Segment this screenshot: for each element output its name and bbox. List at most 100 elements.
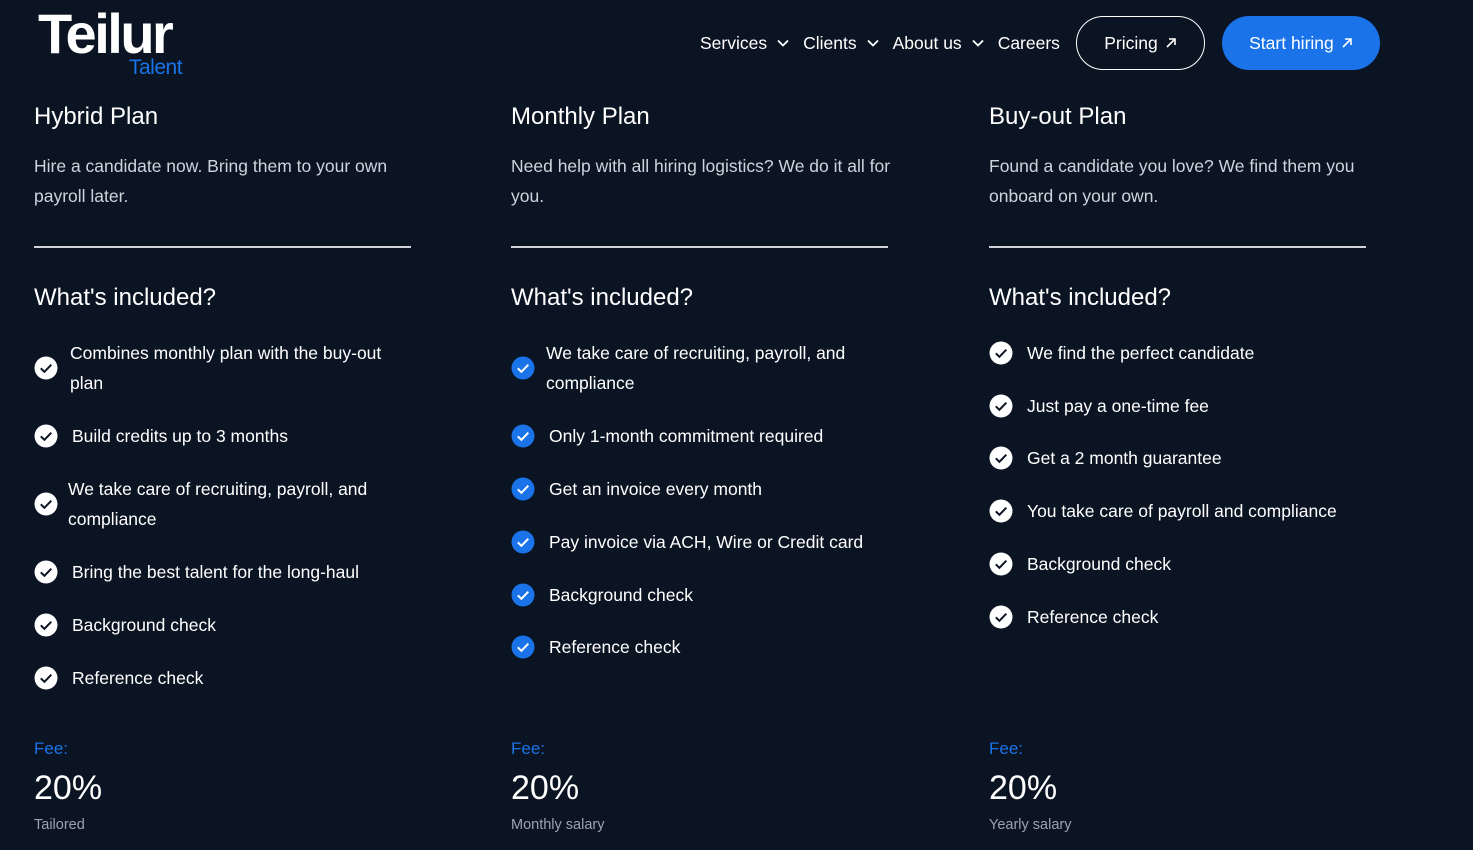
plan-title: Monthly Plan (511, 103, 650, 130)
feature-item: Combines monthly plan with the buy-out p… (34, 338, 410, 398)
check-circle-icon (989, 446, 1013, 470)
feature-item: Build credits up to 3 months (34, 421, 412, 451)
check-circle-icon (511, 477, 535, 501)
plan-description: Need help with all hiring logistics? We … (511, 156, 891, 206)
arrow-up-right-icon (1166, 38, 1176, 48)
feature-item: You take care of payroll and compliance (989, 496, 1387, 526)
nav-clients[interactable]: Clients (803, 33, 880, 54)
feature-item: Pay invoice via ACH, Wire or Credit card (511, 527, 889, 557)
nav-careers-label: Careers (997, 32, 1060, 53)
fee-note: Monthly salary (511, 817, 605, 833)
logo-subtitle: Talent (129, 56, 183, 79)
nav-services[interactable]: Services (700, 33, 790, 54)
check-circle-icon (34, 666, 58, 690)
feature-text: We take care of recruiting, payroll, and… (546, 343, 846, 393)
feature-text: Build credits up to 3 months (72, 426, 288, 446)
feature-text: Combines monthly plan with the buy-out p… (70, 343, 382, 393)
feature-text: Get a 2 month guarantee (1027, 448, 1222, 468)
plan-description: Hire a candidate now. Bring them to your… (34, 156, 388, 206)
plan-divider (34, 246, 411, 248)
fee-label: Fee: (511, 739, 546, 758)
included-heading: What's included? (511, 284, 694, 311)
nav-clients-label: Clients (803, 32, 857, 53)
fee-value: 20% (989, 769, 1058, 807)
nav-about-us-label: About us (892, 32, 962, 53)
check-circle-icon (511, 583, 535, 607)
feature-item: Reference check (989, 602, 1367, 632)
plan-title: Buy-out Plan (989, 103, 1127, 130)
nav-about-us[interactable]: About us (893, 33, 985, 54)
feature-text: Background check (72, 615, 216, 635)
check-circle-icon (34, 424, 58, 448)
check-circle-icon (511, 424, 535, 448)
teilur-logo[interactable]: Teilur Talent (38, 6, 198, 82)
feature-text: We take care of recruiting, payroll, and… (68, 479, 368, 529)
feature-text: Bring the best talent for the long-haul (72, 562, 359, 582)
feature-item: Bring the best talent for the long-haul (34, 557, 412, 587)
plan-buy-out: Buy-out Plan Found a candidate you love?… (989, 100, 1389, 845)
feature-item: We take care of recruiting, payroll, and… (511, 338, 886, 398)
feature-text: Only 1-month commitment required (549, 426, 824, 446)
nav-careers[interactable]: Careers (998, 33, 1060, 54)
chevron-down-icon (866, 39, 879, 47)
site-header: Teilur Talent Services Clients About us … (0, 0, 1473, 90)
check-circle-icon (34, 560, 58, 584)
plan-divider (989, 246, 1366, 248)
feature-item: We find the perfect candidate (989, 338, 1367, 368)
arrow-up-right-icon (1342, 38, 1352, 48)
plan-title: Hybrid Plan (34, 103, 159, 130)
check-circle-icon (989, 341, 1013, 365)
check-circle-icon (34, 492, 58, 516)
feature-item: Reference check (511, 632, 889, 662)
pricing-button-label: Pricing (1104, 32, 1158, 53)
check-circle-icon (989, 394, 1013, 418)
check-circle-icon (511, 356, 535, 380)
feature-item: We take care of recruiting, payroll, and… (34, 474, 408, 534)
plan-monthly: Monthly Plan Need help with all hiring l… (511, 100, 911, 845)
pricing-button[interactable]: Pricing (1075, 16, 1205, 70)
fee-value: 20% (511, 769, 580, 807)
feature-item: Get an invoice every month (511, 474, 889, 504)
included-heading: What's included? (989, 284, 1172, 311)
fee-value: 20% (34, 769, 103, 807)
main-nav: Services Clients About us Careers Pricin… (700, 16, 1380, 70)
fee-note: Tailored (34, 817, 85, 833)
feature-text: Reference check (1027, 607, 1159, 627)
feature-text: Background check (549, 585, 693, 605)
feature-text: Reference check (549, 637, 681, 657)
check-circle-icon (34, 613, 58, 637)
check-circle-icon (34, 356, 58, 380)
chevron-down-icon (777, 39, 789, 47)
feature-item: Only 1-month commitment required (511, 421, 889, 451)
start-hiring-button[interactable]: Start hiring (1221, 16, 1380, 70)
check-circle-icon (989, 499, 1013, 523)
check-circle-icon (511, 635, 535, 659)
feature-item: Background check (34, 610, 412, 640)
included-heading: What's included? (34, 284, 217, 311)
fee-note: Yearly salary (989, 817, 1072, 833)
check-circle-icon (511, 530, 535, 554)
fee-label: Fee: (989, 739, 1024, 758)
feature-item: Get a 2 month guarantee (989, 443, 1367, 473)
feature-item: Just pay a one-time fee (989, 391, 1367, 421)
feature-text: We find the perfect candidate (1027, 343, 1255, 363)
check-circle-icon (989, 552, 1013, 576)
feature-text: Pay invoice via ACH, Wire or Credit card (549, 532, 864, 552)
feature-item: Background check (511, 580, 889, 610)
fee-label: Fee: (34, 739, 69, 758)
feature-item: Reference check (34, 663, 412, 693)
check-circle-icon (989, 605, 1013, 629)
nav-services-label: Services (700, 32, 768, 53)
chevron-down-icon (972, 39, 984, 47)
plan-hybrid: Hybrid Plan Hire a candidate now. Bring … (34, 100, 434, 845)
start-hiring-button-label: Start hiring (1249, 32, 1334, 53)
logo-wordmark: Teilur (38, 2, 174, 65)
feature-text: Get an invoice every month (549, 479, 763, 499)
feature-text: You take care of payroll and compliance (1027, 501, 1337, 521)
plan-description: Found a candidate you love? We find them… (989, 156, 1355, 206)
feature-text: Reference check (72, 668, 204, 688)
feature-text: Just pay a one-time fee (1027, 396, 1209, 416)
feature-item: Background check (989, 549, 1367, 579)
feature-text: Background check (1027, 554, 1171, 574)
plan-divider (511, 246, 888, 248)
